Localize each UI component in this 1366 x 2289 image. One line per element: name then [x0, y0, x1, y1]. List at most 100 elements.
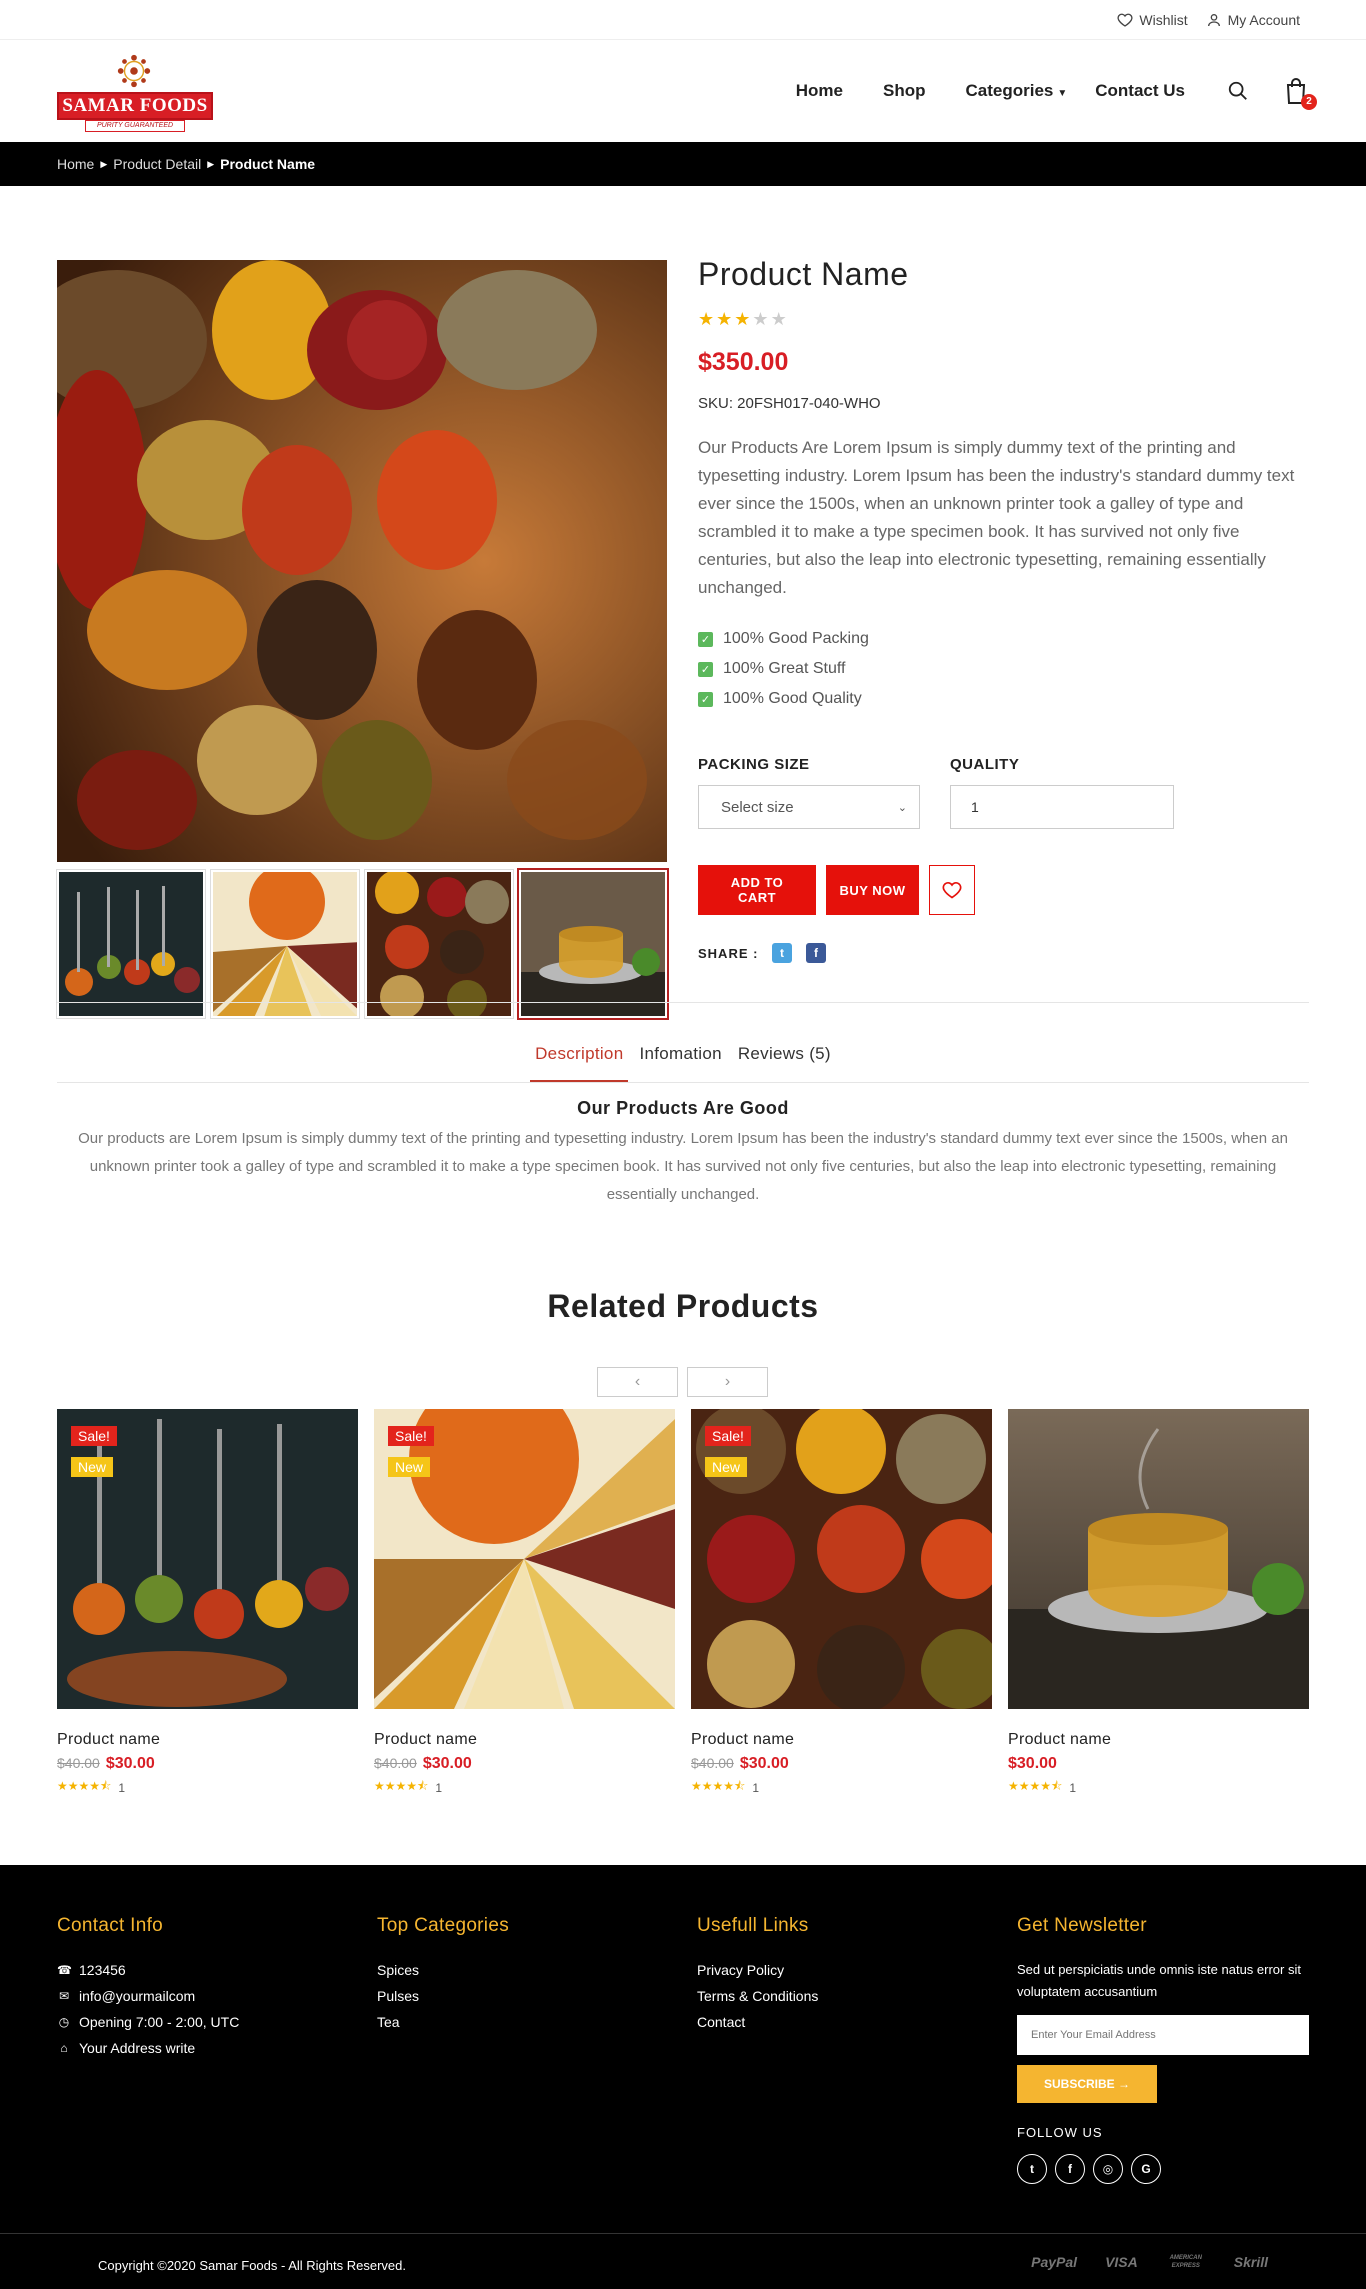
rating-count: 1	[435, 1780, 443, 1795]
breadcrumb-product-detail[interactable]: Product Detail	[113, 156, 201, 172]
add-to-wishlist-button[interactable]	[929, 865, 975, 915]
logo[interactable]: SAMAR FOODS PURITY GUARANTEED	[57, 48, 213, 134]
nav-contact[interactable]: Contact Us	[1095, 81, 1185, 101]
product-card-name[interactable]: Product name	[1008, 1731, 1309, 1749]
quality-input[interactable]	[950, 785, 1174, 829]
instagram-icon[interactable]: ◎	[1093, 2154, 1123, 2184]
product-options: PACKING SIZE Select size ⌄ QUALITY	[698, 756, 1310, 829]
footer-links-title: Usefull Links	[697, 1915, 809, 1936]
facebook-icon[interactable]: f	[1055, 2154, 1085, 2184]
breadcrumb: Home ▶ Product Detail ▶ Product Name	[0, 142, 1366, 186]
footer-categories: Top Categories Spices Pulses Tea	[377, 1915, 509, 2035]
buy-now-button[interactable]: BUY NOW	[826, 865, 919, 915]
wishlist-link[interactable]: Wishlist	[1117, 11, 1188, 28]
packing-size-select[interactable]: Select size ⌄	[698, 785, 920, 829]
footer-category-link[interactable]: Spices	[377, 1957, 509, 1983]
product-main-image[interactable]	[57, 260, 667, 862]
newsletter-text: Sed ut perspiciatis unde omnis iste natu…	[1017, 1962, 1301, 1999]
thumbnail-tea[interactable]	[517, 868, 669, 1020]
feature-list: ✓ 100% Good Packing ✓ 100% Great Stuff ✓ 10…	[698, 624, 1310, 714]
share-label: SHARE :	[698, 945, 759, 961]
sale-badge: Sale!	[71, 1426, 117, 1446]
product-card-name[interactable]: Product name	[374, 1731, 675, 1749]
brand-name: SAMAR FOODS	[57, 92, 213, 120]
footer-link[interactable]: Contact	[697, 2009, 818, 2035]
cart-button[interactable]: 2	[1283, 78, 1317, 110]
paypal-logo: PayPal	[1031, 2254, 1078, 2270]
newsletter-email-input[interactable]	[1017, 2015, 1309, 2055]
nav-shop[interactable]: Shop	[883, 81, 926, 101]
follow-us-label: FOLLOW US	[1017, 2125, 1103, 2140]
packing-size-label: PACKING SIZE	[698, 756, 810, 773]
sale-badge: Sale!	[388, 1426, 434, 1446]
star-icon: ★★★★⯪	[1008, 1779, 1063, 1793]
footer-link[interactable]: Terms & Conditions	[697, 1983, 818, 2009]
product-price: $350.00	[698, 348, 789, 376]
product-card-rating: ★★★★⯪ 1	[691, 1777, 992, 1798]
footer-categories-title: Top Categories	[377, 1915, 509, 1936]
site-footer: Contact Info ☎ 123456 ✉ info@yourmailcom ◷…	[0, 1865, 1366, 2289]
product-card[interactable]: Product name $30.00 ★★★★⯪ 1	[1008, 1409, 1309, 1798]
star-icon: ★	[734, 309, 751, 329]
tab-description[interactable]: Description	[530, 1044, 629, 1082]
footer-email[interactable]: ✉ info@yourmailcom	[57, 1983, 239, 2009]
nav-home[interactable]: Home	[796, 81, 843, 101]
product-card[interactable]: Sale! New Product name $40.00 $30.00 ★★★★…	[57, 1409, 358, 1798]
site-header: SAMAR FOODS PURITY GUARANTEED Home Shop …	[0, 40, 1366, 142]
feature-item: ✓ 100% Good Packing	[698, 624, 1310, 654]
star-icon: ★★★★⯪	[691, 1779, 746, 1793]
twitter-icon[interactable]: t	[772, 943, 793, 963]
chevron-right-icon: ▶	[207, 158, 215, 169]
current-price: $30.00	[1008, 1755, 1057, 1772]
footer-contact: Contact Info ☎ 123456 ✉ info@yourmailcom ◷…	[57, 1915, 239, 2061]
my-account-link[interactable]: My Account	[1206, 12, 1300, 28]
facebook-icon[interactable]: f	[806, 943, 827, 963]
product-card[interactable]: Sale! New Product name $40.00 $30.00 ★★★★…	[374, 1409, 675, 1798]
caret-down-icon: ▼	[1057, 88, 1068, 99]
product-card-image[interactable]: Sale! New	[374, 1409, 675, 1709]
chevron-right-icon[interactable]: ›	[687, 1367, 768, 1397]
product-card-image[interactable]: Sale! New	[691, 1409, 992, 1709]
twitter-icon[interactable]: t	[1017, 2154, 1047, 2184]
google-icon[interactable]: G	[1131, 2154, 1161, 2184]
tab-information[interactable]: Infomation	[634, 1044, 726, 1082]
chevron-left-icon[interactable]: ‹	[597, 1367, 678, 1397]
add-to-cart-button[interactable]: ADD TO CART	[698, 865, 816, 915]
footer-category-link[interactable]: Pulses	[377, 1983, 509, 2009]
tabs-divider	[57, 1082, 1309, 1083]
chevron-down-icon: ⌄	[897, 801, 907, 814]
copyright-text: Copyright ©2020 Samar Foods - All Rights…	[98, 2258, 406, 2273]
thumbnail-pulses[interactable]	[210, 869, 360, 1019]
footer-phone: ☎ 123456	[57, 1957, 239, 1983]
product-card-rating: ★★★★⯪ 1	[374, 1777, 675, 1798]
product-card-rating: ★★★★⯪ 1	[57, 1777, 358, 1798]
subscribe-button[interactable]: SUBSCRIBE →	[1017, 2065, 1157, 2103]
visa-logo: VISA	[1105, 2254, 1138, 2270]
nav-categories[interactable]: Categories ▼	[965, 81, 1067, 101]
related-products-title: Related Products	[547, 1288, 819, 1324]
product-card-image[interactable]	[1008, 1409, 1309, 1709]
thumbnail-strip	[56, 868, 669, 1020]
footer-category-link[interactable]: Tea	[377, 2009, 509, 2035]
current-price: $30.00	[422, 1755, 472, 1772]
search-button[interactable]	[1225, 78, 1251, 104]
sale-badge: Sale!	[705, 1426, 751, 1446]
thumbnail-spice-bowls[interactable]	[364, 869, 514, 1019]
product-card-image[interactable]: Sale! New	[57, 1409, 358, 1709]
footer-link[interactable]: Privacy Policy	[697, 1957, 818, 1983]
phone-text: 123456	[79, 1962, 126, 1978]
product-tabs: Description Infomation Reviews (5)	[0, 1044, 1366, 1082]
new-badge: New	[388, 1457, 431, 1477]
breadcrumb-home[interactable]: Home	[57, 156, 94, 172]
product-card-name[interactable]: Product name	[691, 1731, 992, 1749]
thumbnail-spoons[interactable]	[56, 869, 206, 1019]
footer-newsletter: Get Newsletter Sed ut perspiciatis unde …	[1017, 1915, 1309, 2184]
product-card-name[interactable]: Product name	[57, 1731, 358, 1749]
product-sku: SKU: 20FSH017-040-WHO	[698, 395, 881, 412]
tab-reviews[interactable]: Reviews (5)	[733, 1044, 836, 1082]
product-card[interactable]: Sale! New Product name $40.00 $30.00 ★★★★…	[691, 1409, 992, 1798]
share-row: SHARE : t f	[698, 943, 1310, 963]
wishlist-label: Wishlist	[1139, 11, 1188, 28]
cart-count-badge: 2	[1301, 94, 1317, 110]
product-card-price: $40.00 $30.00	[57, 1755, 358, 1773]
